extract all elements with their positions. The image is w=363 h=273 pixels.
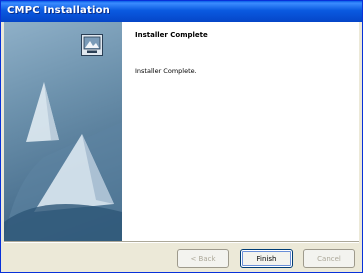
decorative-graphic <box>4 82 122 241</box>
window-title: CMPC Installation <box>7 5 110 16</box>
button-separator <box>4 241 359 243</box>
cancel-button[interactable]: Cancel <box>303 249 355 268</box>
wizard-content: Installer Complete Installer Complete. <box>4 22 359 241</box>
wizard-main-panel: Installer Complete Installer Complete. <box>122 22 359 241</box>
installer-logo-icon <box>81 34 103 56</box>
back-button[interactable]: < Back <box>177 249 229 268</box>
title-bar[interactable]: CMPC Installation <box>1 1 362 22</box>
installer-window: CMPC Installation Installer Complete Ins… <box>0 0 363 273</box>
completion-message: Installer Complete. <box>135 67 197 75</box>
wizard-side-panel <box>4 22 122 241</box>
finish-button[interactable]: Finish <box>240 249 293 268</box>
page-heading: Installer Complete <box>135 31 208 39</box>
